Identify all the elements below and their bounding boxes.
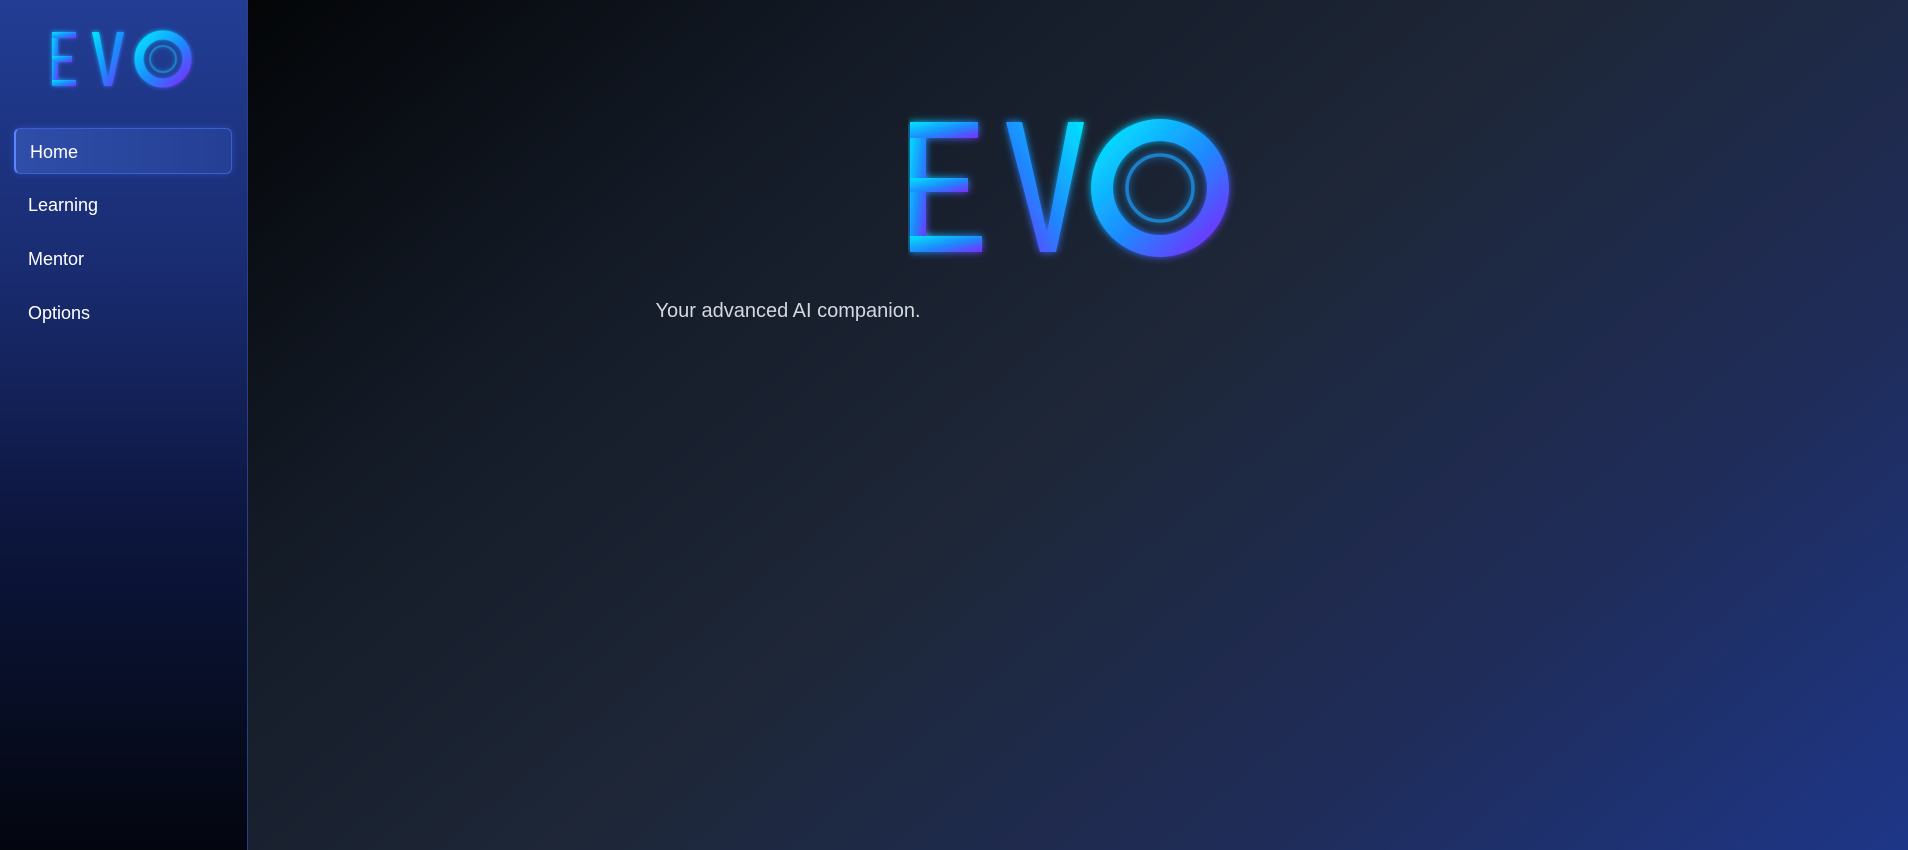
app-window: Home Learning Mentor Options Your advanc…	[0, 0, 1908, 850]
main-content: Your advanced AI companion.	[248, 0, 1908, 850]
sidebar: Home Learning Mentor Options	[0, 0, 248, 850]
tagline: Your advanced AI companion.	[655, 300, 921, 322]
sidebar-item-learning[interactable]: Learning	[14, 182, 232, 228]
sidebar-item-mentor[interactable]: Mentor	[14, 236, 232, 282]
sidebar-nav: Home Learning Mentor Options	[14, 128, 232, 344]
sidebar-logo	[52, 30, 192, 88]
sidebar-item-home[interactable]: Home	[14, 128, 232, 174]
hero-logo	[910, 119, 1229, 257]
sidebar-item-options[interactable]: Options	[14, 290, 232, 336]
